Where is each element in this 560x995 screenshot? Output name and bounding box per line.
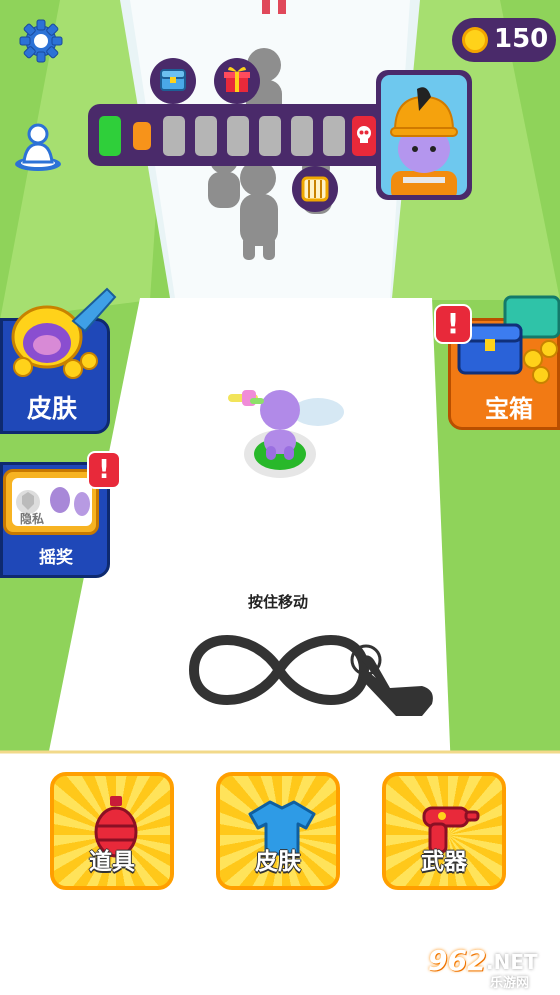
watermark-brand: 962 xyxy=(428,944,487,977)
settings-button[interactable] xyxy=(18,18,64,64)
skins-label: 皮肤 xyxy=(255,849,301,875)
weapons-label: 武器 xyxy=(421,849,467,875)
gear-icon xyxy=(19,19,63,63)
gift-icon xyxy=(224,66,250,92)
gift-milestone xyxy=(214,58,260,104)
player-profile-icon xyxy=(15,123,61,171)
progress-segment xyxy=(133,122,151,150)
coin-counter: 150 xyxy=(452,18,556,62)
items-tile[interactable]: 道具 xyxy=(50,772,174,890)
lottery-label: 摇奖 xyxy=(39,548,73,568)
chest-milestone xyxy=(150,58,196,104)
progress-segment xyxy=(291,116,313,156)
skins-tile[interactable]: 皮肤 xyxy=(216,772,340,890)
progress-segment xyxy=(323,116,345,156)
cage-icon xyxy=(301,176,329,202)
privacy-label: 隐私 xyxy=(20,512,45,526)
progress-segment xyxy=(195,116,217,156)
skin-shop-button[interactable]: 皮肤 xyxy=(0,287,117,434)
chest-label: 宝箱 xyxy=(485,395,533,423)
lottery-button[interactable]: 隐私 ! 摇奖 xyxy=(0,451,121,578)
progress-segment xyxy=(163,116,185,156)
lottery-alert-badge: ! xyxy=(87,451,121,489)
cage-milestone xyxy=(292,166,338,212)
treasure-chest-icon xyxy=(160,69,186,91)
chest-alert-badge: ! xyxy=(434,304,472,344)
miner-character-icon xyxy=(390,87,458,195)
watermark-logo: 962 .NET 乐游网 xyxy=(424,944,556,991)
skin-label: 皮肤 xyxy=(27,394,78,423)
hero-helmet-icon xyxy=(11,287,117,379)
infinity-gesture-icon xyxy=(188,635,433,716)
progress-segment xyxy=(227,116,249,156)
boss-portrait xyxy=(376,70,472,200)
items-label: 道具 xyxy=(89,849,135,875)
slot-machine: 隐私 xyxy=(3,469,99,535)
profile-button[interactable] xyxy=(12,120,64,174)
skull-icon xyxy=(357,126,371,143)
boss-stage-segment xyxy=(352,116,376,156)
progress-segment xyxy=(259,116,281,156)
progress-segment xyxy=(99,116,121,156)
coin-amount: 150 xyxy=(494,24,549,54)
weapons-tile[interactable]: 武器 xyxy=(382,772,506,890)
treasure-chests-icon xyxy=(457,295,560,384)
coin-icon xyxy=(462,27,488,53)
watermark-subtitle: 乐游网 xyxy=(490,976,530,991)
watermark-brand-suffix: .NET xyxy=(486,950,538,974)
hint-text: 按住移动 xyxy=(248,593,309,611)
player-character xyxy=(228,390,316,478)
